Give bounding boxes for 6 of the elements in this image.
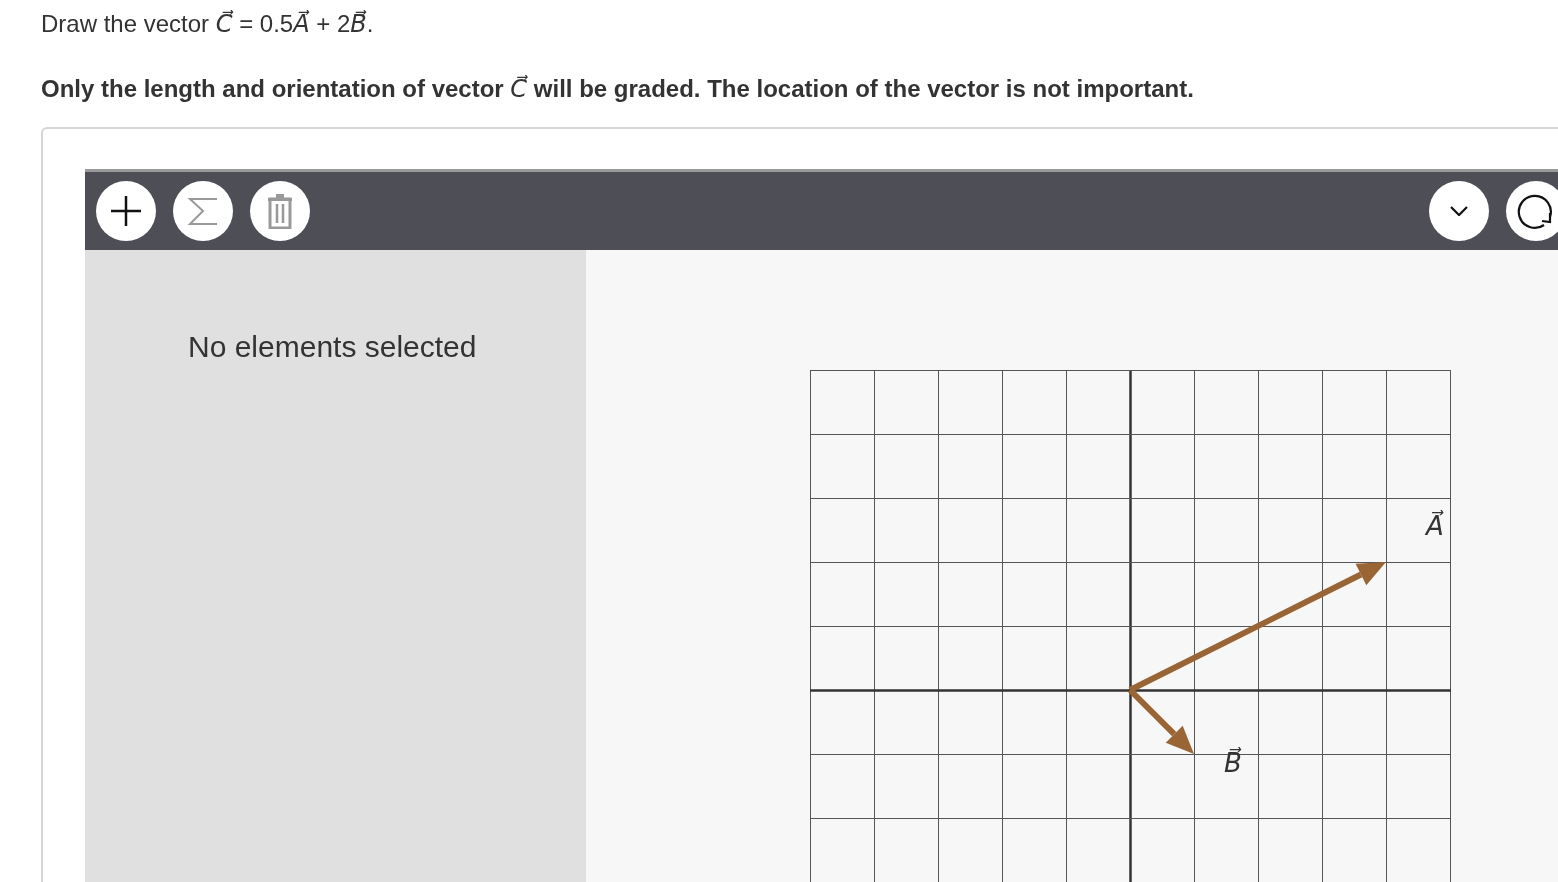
vector-label: B⃗ — [1224, 748, 1242, 778]
grading-note: Only the length and orientation of vector C⃗ will be graded. The location of the vector is not important. — [41, 74, 1195, 105]
question-prompt: Draw the vector C⃗ = 0.5A⃗ + 2B⃗. — [41, 9, 375, 40]
empty-message: No elements selected — [188, 330, 477, 363]
drawing-canvas[interactable]: A⃗ B⃗ — [586, 250, 1558, 882]
vector-label: A⃗ — [1426, 511, 1444, 541]
